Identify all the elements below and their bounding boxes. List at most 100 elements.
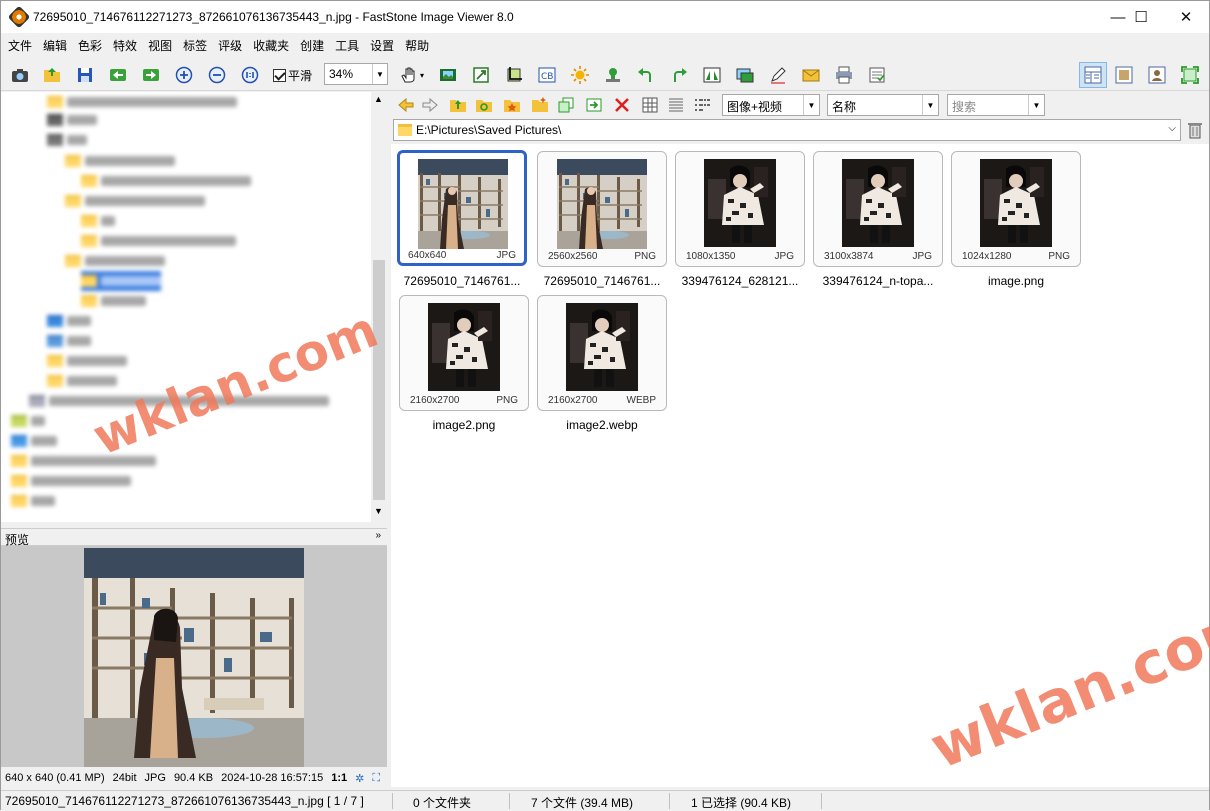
zoom-in-button[interactable] [173, 64, 195, 86]
clear-history-button[interactable] [1187, 121, 1203, 142]
smooth-checkbox[interactable]: 平滑 [273, 67, 312, 84]
open-folder-button[interactable] [41, 64, 63, 86]
color-adjust-button[interactable]: CB [536, 64, 558, 86]
thumbnail-card[interactable]: 2160x2700 WEBP [537, 295, 667, 411]
thumbnail-filename[interactable]: image2.png [396, 418, 532, 432]
thumbnail-filename[interactable]: 72695010_7146761... [534, 274, 670, 288]
collapse-icon[interactable]: » [375, 530, 381, 541]
scrollbar-thumb[interactable] [373, 260, 385, 500]
email-button[interactable] [800, 64, 822, 86]
thumbnail-filename[interactable]: 72695010_7146761... [394, 274, 530, 288]
details-view-button[interactable] [665, 94, 687, 116]
tree-item[interactable] [47, 331, 91, 351]
draw-button[interactable] [767, 64, 789, 86]
refresh-folder-button[interactable] [473, 94, 495, 116]
flip-button[interactable] [701, 64, 723, 86]
scroll-down-icon[interactable]: ▼ [374, 506, 383, 516]
tree-item[interactable] [11, 431, 57, 451]
tree-item[interactable] [81, 231, 236, 251]
tree-item[interactable] [81, 171, 251, 191]
zoom-select[interactable]: 34% ▼ [324, 63, 388, 85]
menu-rating[interactable]: 评级 [211, 37, 246, 54]
menu-effects[interactable]: 特效 [106, 37, 141, 54]
tree-scrollbar[interactable]: ▲ ▼ [371, 92, 387, 522]
tree-item[interactable] [81, 291, 146, 311]
thumbnail-filename[interactable]: 339476124_628121... [672, 274, 808, 288]
tree-item-selected[interactable] [81, 271, 161, 291]
thumbnail-card[interactable]: 1080x1350 JPG [675, 151, 805, 267]
tree-item[interactable] [65, 151, 175, 171]
print-button[interactable] [833, 64, 855, 86]
thumbnail-filename[interactable]: 339476124_n-topa... [810, 274, 946, 288]
thumbnail-card[interactable]: 1024x1280 PNG [951, 151, 1081, 267]
copy-to-button[interactable] [555, 94, 577, 116]
back-button[interactable] [395, 94, 417, 116]
tree-item[interactable] [11, 411, 45, 431]
maximize-button[interactable]: ☐ [1118, 1, 1164, 33]
tree-item[interactable] [65, 191, 205, 211]
hand-tool-button[interactable]: ▾ [397, 64, 427, 86]
forward-button[interactable] [419, 94, 441, 116]
contact-sheet-button[interactable] [866, 64, 888, 86]
folder-tree[interactable] [1, 92, 371, 522]
resize-button[interactable] [470, 64, 492, 86]
stamp-button[interactable] [602, 64, 624, 86]
thumbnail-view-button[interactable] [639, 94, 661, 116]
path-bar[interactable]: E:\Pictures\Saved Pictures\ ⌵ [393, 119, 1181, 141]
menu-favorites[interactable]: 收藏夹 [246, 37, 293, 54]
rotate-left-button[interactable] [635, 64, 657, 86]
delete-button[interactable] [611, 94, 633, 116]
save-button[interactable] [74, 64, 96, 86]
tree-item[interactable] [65, 251, 165, 271]
tree-item[interactable] [47, 371, 117, 391]
tree-item[interactable] [47, 130, 87, 150]
tree-item[interactable] [47, 311, 91, 331]
menu-tags[interactable]: 标签 [176, 37, 211, 54]
favorites-folder-button[interactable] [501, 94, 523, 116]
slideshow-button[interactable] [437, 64, 459, 86]
tree-item[interactable] [47, 92, 237, 112]
move-to-button[interactable] [583, 94, 605, 116]
menu-create[interactable]: 创建 [293, 37, 328, 54]
rotate-right-button[interactable] [668, 64, 690, 86]
zoom-out-button[interactable] [206, 64, 228, 86]
close-button[interactable]: ✕ [1163, 1, 1209, 33]
layout-single-button[interactable] [1146, 64, 1168, 86]
fullscreen-button[interactable] [1179, 64, 1201, 86]
thumbnail-card[interactable]: 2160x2700 PNG [399, 295, 529, 411]
thumbnail-card[interactable]: 640x640 JPG [397, 150, 527, 266]
menu-view[interactable]: 视图 [141, 37, 176, 54]
menu-file[interactable]: 文件 [1, 37, 36, 54]
fit-icon[interactable]: ⛶ [372, 772, 380, 785]
search-input[interactable]: 搜索 ▼ [947, 94, 1045, 116]
brightness-button[interactable] [569, 64, 591, 86]
screen-capture-button[interactable] [9, 64, 31, 86]
thumbnail-card[interactable]: 2560x2560 PNG [537, 151, 667, 267]
tree-item[interactable] [11, 491, 55, 511]
actual-size-button[interactable] [239, 64, 261, 86]
sort-select[interactable]: 名称 ▼ [827, 94, 939, 116]
thumbnail-card[interactable]: 3100x3874 JPG [813, 151, 943, 267]
chevron-down-icon[interactable]: ⌵ [1168, 123, 1176, 134]
menu-edit[interactable]: 编辑 [36, 37, 71, 54]
menu-help[interactable]: 帮助 [398, 37, 433, 54]
tree-item[interactable] [81, 211, 115, 231]
crop-button[interactable] [503, 64, 525, 86]
menu-settings[interactable]: 设置 [363, 37, 398, 54]
chevron-down-icon[interactable]: ▼ [1028, 95, 1044, 115]
new-folder-button[interactable] [529, 94, 551, 116]
tree-item[interactable] [11, 471, 131, 491]
next-button[interactable] [140, 64, 162, 86]
up-folder-button[interactable] [447, 94, 469, 116]
menu-color[interactable]: 色彩 [71, 37, 106, 54]
chevron-down-icon[interactable]: ▼ [803, 95, 819, 115]
chevron-down-icon[interactable]: ▼ [922, 95, 938, 115]
thumbnail-filename[interactable]: image2.webp [534, 418, 670, 432]
previous-button[interactable] [107, 64, 129, 86]
menu-tools[interactable]: 工具 [328, 37, 363, 54]
list-view-button[interactable] [691, 94, 713, 116]
layout-browser-button[interactable] [1079, 62, 1107, 88]
chevron-down-icon[interactable]: ▼ [372, 64, 387, 84]
layout-preview-button[interactable] [1113, 64, 1135, 86]
scroll-up-icon[interactable]: ▲ [374, 94, 383, 104]
